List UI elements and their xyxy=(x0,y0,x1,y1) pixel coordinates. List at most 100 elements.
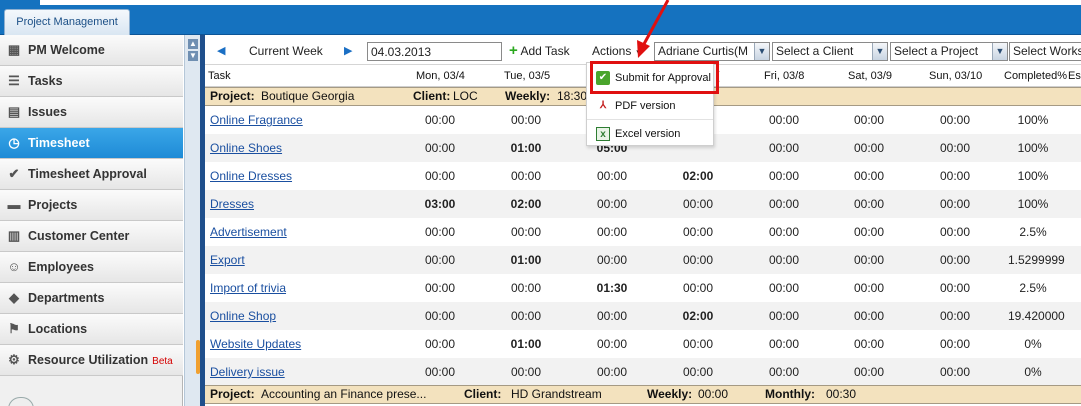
task-link[interactable]: Online Shop xyxy=(210,309,276,323)
cell-thu[interactable]: 00:00 xyxy=(673,281,723,295)
cell-thu[interactable]: 02:00 xyxy=(673,169,723,183)
cell-tue[interactable]: 02:00 xyxy=(501,197,551,211)
cell-mon[interactable]: 00:00 xyxy=(415,253,465,267)
menu-item-pdf-version[interactable]: ⅄ PDF version xyxy=(587,92,713,120)
cell-sun[interactable]: 00:00 xyxy=(930,309,980,323)
menu-item-excel-version[interactable]: x Excel version xyxy=(587,119,713,147)
cell-fri[interactable]: 00:00 xyxy=(759,197,809,211)
next-week-icon[interactable]: ▶ xyxy=(344,37,352,65)
cell-wed[interactable]: 00:00 xyxy=(587,253,637,267)
cell-sun[interactable]: 00:00 xyxy=(930,337,980,351)
cell-sun[interactable]: 00:00 xyxy=(930,141,980,155)
cell-sat[interactable]: 00:00 xyxy=(844,309,894,323)
table-row[interactable]: Import of trivia 00:00 00:00 01:30 00:00 00:0… xyxy=(205,274,1081,302)
task-link[interactable]: Export xyxy=(210,253,245,267)
cell-mon[interactable]: 00:00 xyxy=(415,281,465,295)
collapse-handle[interactable] xyxy=(8,397,34,406)
project-group-header[interactable]: Project: Accounting an Finance prese... … xyxy=(205,385,1081,404)
task-link[interactable]: Import of trivia xyxy=(210,281,286,295)
cell-fri[interactable]: 00:00 xyxy=(759,365,809,379)
col-estimate[interactable]: Es xyxy=(1068,70,1081,82)
task-link[interactable]: Online Shoes xyxy=(210,141,282,155)
cell-mon[interactable]: 03:00 xyxy=(415,197,465,211)
cell-wed[interactable]: 00:00 xyxy=(587,225,637,239)
cell-tue[interactable]: 00:00 xyxy=(501,113,551,127)
cell-thu[interactable]: 00:00 xyxy=(673,197,723,211)
sidebar-item-employees[interactable]: ☺ Employees xyxy=(0,252,183,283)
table-row[interactable]: Website Updates 00:00 01:00 00:00 00:00 00:00… xyxy=(205,330,1081,358)
cell-fri[interactable]: 00:00 xyxy=(759,141,809,155)
cell-tue[interactable]: 01:00 xyxy=(501,253,551,267)
cell-sat[interactable]: 00:00 xyxy=(844,197,894,211)
cell-tue[interactable]: 00:00 xyxy=(501,281,551,295)
cell-mon[interactable]: 00:00 xyxy=(415,141,465,155)
table-row[interactable]: Export 00:00 01:00 00:00 00:00 00:00 00:00 00:0… xyxy=(205,246,1081,274)
cell-wed[interactable]: 00:00 xyxy=(587,169,637,183)
cell-wed[interactable]: 00:00 xyxy=(587,309,637,323)
table-row[interactable]: Dresses 03:00 02:00 00:00 00:00 00:00 00:00 00:… xyxy=(205,190,1081,218)
col-fri[interactable]: Fri, 03/8 xyxy=(764,70,804,82)
sidebar-item-customer-center[interactable]: ▥ Customer Center xyxy=(0,221,183,252)
cell-tue[interactable]: 00:00 xyxy=(501,309,551,323)
cell-sun[interactable]: 00:00 xyxy=(930,253,980,267)
date-input[interactable] xyxy=(367,42,502,61)
sidebar-item-projects[interactable]: ▬ Projects xyxy=(0,190,183,221)
sidebar-item-timesheet-approval[interactable]: ✔ Timesheet Approval xyxy=(0,159,183,190)
cell-thu[interactable]: 00:00 xyxy=(673,365,723,379)
sidebar-item-pm-welcome[interactable]: ▦ PM Welcome xyxy=(0,35,183,66)
task-link[interactable]: Online Dresses xyxy=(210,169,292,183)
client-select[interactable]: Select a Client ▼ xyxy=(772,42,888,61)
cell-fri[interactable]: 00:00 xyxy=(759,281,809,295)
task-link[interactable]: Website Updates xyxy=(210,337,301,351)
sidebar-splitter[interactable]: ▲ ▼ xyxy=(184,35,200,406)
cell-fri[interactable]: 00:00 xyxy=(759,225,809,239)
sidebar-item-departments[interactable]: ◆ Departments xyxy=(0,283,183,314)
cell-mon[interactable]: 00:00 xyxy=(415,169,465,183)
cell-sat[interactable]: 00:00 xyxy=(844,225,894,239)
task-link[interactable]: Dresses xyxy=(210,197,254,211)
cell-mon[interactable]: 00:00 xyxy=(415,309,465,323)
table-row[interactable]: Advertisement 00:00 00:00 00:00 00:00 00:00 00… xyxy=(205,218,1081,246)
cell-fri[interactable]: 00:00 xyxy=(759,169,809,183)
cell-sat[interactable]: 00:00 xyxy=(844,365,894,379)
cell-sun[interactable]: 00:00 xyxy=(930,281,980,295)
scroll-down-icon[interactable]: ▼ xyxy=(188,51,198,61)
sidebar-item-timesheet[interactable]: ◷ Timesheet xyxy=(0,128,183,159)
cell-wed[interactable]: 00:00 xyxy=(587,365,637,379)
cell-sun[interactable]: 00:00 xyxy=(930,197,980,211)
sidebar-item-issues[interactable]: ▤ Issues xyxy=(0,97,183,128)
cell-sun[interactable]: 00:00 xyxy=(930,169,980,183)
cell-mon[interactable]: 00:00 xyxy=(415,365,465,379)
cell-wed[interactable]: 01:30 xyxy=(587,281,637,295)
cell-thu[interactable]: 00:00 xyxy=(673,337,723,351)
col-sun[interactable]: Sun, 03/10 xyxy=(929,70,982,82)
col-mon[interactable]: Mon, 03/4 xyxy=(416,70,465,82)
cell-tue[interactable]: 01:00 xyxy=(501,337,551,351)
cell-wed[interactable]: 00:00 xyxy=(587,197,637,211)
cell-wed[interactable]: 00:00 xyxy=(587,337,637,351)
workspace-select[interactable]: Select Works xyxy=(1009,42,1081,61)
col-completed[interactable]: Completed% xyxy=(1004,70,1067,82)
cell-fri[interactable]: 00:00 xyxy=(759,337,809,351)
col-tue[interactable]: Tue, 03/5 xyxy=(504,70,550,82)
cell-thu[interactable]: 02:00 xyxy=(673,309,723,323)
cell-mon[interactable]: 00:00 xyxy=(415,225,465,239)
cell-sun[interactable]: 00:00 xyxy=(930,365,980,379)
cell-fri[interactable]: 00:00 xyxy=(759,253,809,267)
table-row[interactable]: Online Shop 00:00 00:00 00:00 02:00 00:00 00:0… xyxy=(205,302,1081,330)
tab-project-management[interactable]: Project Management xyxy=(4,9,130,35)
prev-week-icon[interactable]: ◀ xyxy=(217,37,225,65)
sidebar-item-resource-utilization[interactable]: ⚙ Resource Utilization Beta xyxy=(0,345,183,376)
col-task[interactable]: Task xyxy=(208,70,231,82)
cell-sun[interactable]: 00:00 xyxy=(930,113,980,127)
cell-sat[interactable]: 00:00 xyxy=(844,337,894,351)
cell-thu[interactable]: 00:00 xyxy=(673,225,723,239)
task-link[interactable]: Delivery issue xyxy=(210,365,285,379)
table-row[interactable]: Delivery issue 00:00 00:00 00:00 00:00 00:00 0… xyxy=(205,358,1081,386)
cell-thu[interactable]: 00:00 xyxy=(673,253,723,267)
sidebar-item-locations[interactable]: ⚑ Locations xyxy=(0,314,183,345)
cell-sat[interactable]: 00:00 xyxy=(844,113,894,127)
col-sat[interactable]: Sat, 03/9 xyxy=(848,70,892,82)
project-select[interactable]: Select a Project ▼ xyxy=(890,42,1008,61)
cell-sat[interactable]: 00:00 xyxy=(844,169,894,183)
